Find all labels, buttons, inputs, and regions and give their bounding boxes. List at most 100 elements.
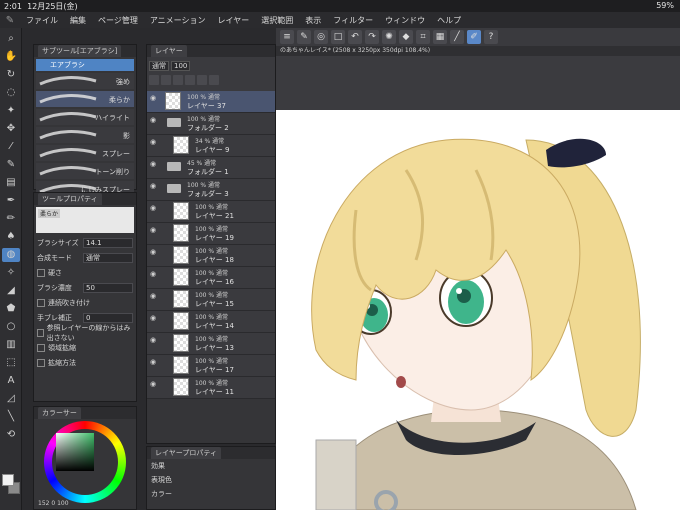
rotate-icon[interactable]: ↻ <box>2 68 20 82</box>
fill-icon[interactable]: ◆ <box>399 30 413 44</box>
visibility-eye-icon[interactable]: ◉ <box>150 248 156 256</box>
target-icon[interactable]: ◎ <box>314 30 328 44</box>
canvas-tab[interactable]: のあちゃんレイス* (2508 x 3250px 350dpi 108.4%) <box>276 46 680 56</box>
brush-item[interactable]: 強め <box>36 73 134 89</box>
select-icon[interactable]: ⬚ <box>2 356 20 370</box>
property-checkbox[interactable] <box>37 328 44 337</box>
layer-row[interactable]: ◉ 100 % 通常 レイヤー 18 <box>147 245 275 267</box>
canvas-artwork[interactable] <box>276 110 680 510</box>
eraser-icon[interactable]: ◢ <box>2 284 20 298</box>
menu-item[interactable]: 選択範囲 <box>255 15 299 26</box>
balloon-icon[interactable]: ◿ <box>2 392 20 406</box>
foreground-color-swatch[interactable] <box>2 474 14 486</box>
brush-item[interactable]: ハイライト <box>36 109 134 125</box>
property-value[interactable]: 0 <box>83 312 133 323</box>
menu-item[interactable]: ヘルプ <box>431 15 467 26</box>
layer-row[interactable]: ◉ 100 % 通常 レイヤー 17 <box>147 355 275 377</box>
gradient-icon[interactable]: ▥ <box>2 338 20 352</box>
line-icon[interactable]: ╲ <box>2 410 20 424</box>
layer-row[interactable]: ◉ 34 % 通常 レイヤー 9 <box>147 135 275 157</box>
pen-icon[interactable]: ✎ <box>297 30 311 44</box>
blend-mode-select[interactable]: 通常 <box>149 61 169 71</box>
visibility-eye-icon[interactable]: ◉ <box>150 182 156 190</box>
fill-tool-icon[interactable]: ⬟ <box>2 302 20 316</box>
magic-wand-icon[interactable]: ✦ <box>2 104 20 118</box>
layer-icon[interactable]: ▤ <box>2 176 20 190</box>
brush-item[interactable]: スプレー <box>36 145 134 161</box>
layer-row[interactable]: ◉ 100 % 通常 レイヤー 16 <box>147 267 275 289</box>
airbrush-tool-icon[interactable]: ◍ <box>2 248 20 262</box>
layer-row[interactable]: ◉ 100 % 通常 レイヤー 14 <box>147 311 275 333</box>
move-icon[interactable]: ✥ <box>2 122 20 136</box>
menu-item[interactable]: アニメーション <box>144 15 212 26</box>
property-value[interactable]: 14.1 <box>83 237 133 248</box>
shape-icon[interactable]: ○ <box>2 320 20 334</box>
tool-property-title[interactable]: ツールプロパティ <box>38 193 102 205</box>
brush-icon[interactable]: ✐ <box>467 30 481 44</box>
new-folder-icon[interactable] <box>161 75 171 85</box>
visibility-eye-icon[interactable]: ◉ <box>150 292 156 300</box>
visibility-eye-icon[interactable]: ◉ <box>150 160 156 168</box>
eyedropper-icon[interactable]: ⁄ <box>2 140 20 154</box>
layer-title[interactable]: レイヤー <box>151 45 187 57</box>
brush-item[interactable]: 影 <box>36 127 134 143</box>
text-icon[interactable]: A <box>2 374 20 388</box>
airbrush-icon[interactable]: ✎ <box>2 158 20 172</box>
visibility-eye-icon[interactable]: ◉ <box>150 314 156 322</box>
layer-row[interactable]: ◉ 100 % 通常 レイヤー 11 <box>147 377 275 399</box>
layer-row[interactable]: ◉ 100 % 通常 レイヤー 19 <box>147 223 275 245</box>
layer-row[interactable]: ◉ 100 % 通常 レイヤー 13 <box>147 333 275 355</box>
property-checkbox[interactable] <box>37 343 45 352</box>
visibility-eye-icon[interactable]: ◉ <box>150 138 156 146</box>
help-icon[interactable]: ? <box>484 30 498 44</box>
layer-row[interactable]: ◉ 100 % 通常 レイヤー 21 <box>147 201 275 223</box>
pen-tool-icon[interactable]: ✒ <box>2 194 20 208</box>
grid-icon[interactable]: ▦ <box>433 30 447 44</box>
clip-icon[interactable] <box>173 75 183 85</box>
app-logo-icon[interactable]: ✎ <box>0 15 20 26</box>
visibility-eye-icon[interactable]: ◉ <box>150 270 156 278</box>
menu-item[interactable]: 編集 <box>64 15 92 26</box>
menu-item[interactable]: ウィンドウ <box>379 15 431 26</box>
property-checkbox[interactable] <box>37 298 45 307</box>
correct-icon[interactable]: ⟲ <box>2 428 20 442</box>
crop-icon[interactable]: ⌗ <box>416 30 430 44</box>
property-value[interactable]: 50 <box>83 282 133 293</box>
visibility-eye-icon[interactable]: ◉ <box>150 116 156 124</box>
menu-item[interactable]: 表示 <box>299 15 327 26</box>
new-layer-icon[interactable] <box>149 75 159 85</box>
visibility-eye-icon[interactable]: ◉ <box>150 94 156 102</box>
menu-item[interactable]: レイヤー <box>212 15 256 26</box>
subtool-title[interactable]: サブツール[エアブラシ] <box>38 45 122 57</box>
square-icon[interactable]: □ <box>331 30 345 44</box>
visibility-eye-icon[interactable]: ◉ <box>150 336 156 344</box>
layer-property-title[interactable]: レイヤープロパティ <box>151 447 221 459</box>
blend-icon[interactable]: ✧ <box>2 266 20 280</box>
color-circle-title[interactable]: カラーサー <box>38 407 81 419</box>
redo-icon[interactable]: ↷ <box>365 30 379 44</box>
zoom-icon[interactable]: ⌕ <box>2 32 20 46</box>
layer-row[interactable]: ◉ 45 % 通常 フォルダー 1 <box>147 157 275 179</box>
hand-icon[interactable]: ✋ <box>2 50 20 64</box>
ruler-icon[interactable]: ╱ <box>450 30 464 44</box>
menu-item[interactable]: フィルター <box>327 15 379 26</box>
property-value[interactable]: 通常 <box>83 252 133 263</box>
property-checkbox[interactable] <box>37 358 45 367</box>
delete-layer-icon[interactable] <box>209 75 219 85</box>
undo-icon[interactable]: ↶ <box>348 30 362 44</box>
mask-icon[interactable] <box>197 75 207 85</box>
visibility-eye-icon[interactable]: ◉ <box>150 358 156 366</box>
saturation-value-square[interactable] <box>56 433 94 471</box>
menu-icon[interactable]: ≡ <box>280 30 294 44</box>
property-checkbox[interactable] <box>37 268 45 277</box>
brush-item[interactable]: トーン削り <box>36 163 134 179</box>
visibility-eye-icon[interactable]: ◉ <box>150 226 156 234</box>
color-swatch[interactable] <box>2 474 20 504</box>
opacity-field[interactable]: 100 <box>171 61 191 71</box>
subtool-group-selected[interactable]: エアブラシ <box>36 59 134 71</box>
pencil-icon[interactable]: ✏ <box>2 212 20 226</box>
lasso-icon[interactable]: ◌ <box>2 86 20 100</box>
visibility-eye-icon[interactable]: ◉ <box>150 380 156 388</box>
layer-row[interactable]: ◉ 100 % 通常 レイヤー 37 <box>147 91 275 113</box>
menu-item[interactable]: ページ管理 <box>92 15 144 26</box>
